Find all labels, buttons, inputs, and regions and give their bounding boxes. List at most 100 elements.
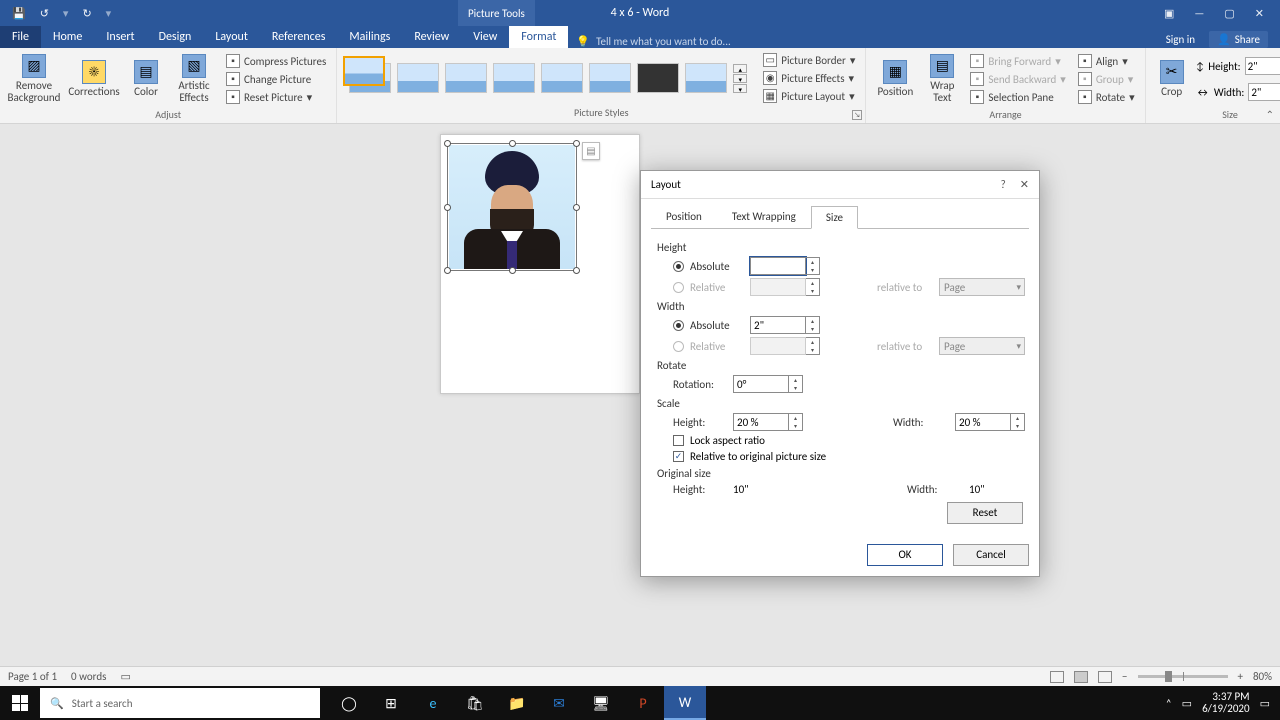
tab-design[interactable]: Design [147,26,204,48]
dialog-tab-size[interactable]: Size [811,206,858,229]
compress-pictures-button[interactable]: ▪Compress Pictures [222,53,330,69]
corrections-button[interactable]: ☀Corrections [66,50,122,108]
scale-width-input[interactable] [955,413,1011,431]
position-button[interactable]: ▦Position [872,50,918,108]
desktop-icon[interactable]: 🖥 [580,686,622,720]
tab-layout[interactable]: Layout [203,26,260,48]
style-thumb[interactable] [493,63,535,93]
save-icon[interactable]: 💾 [12,7,26,20]
zoom-slider[interactable] [1138,675,1228,678]
height-relative-radio[interactable] [673,282,684,293]
resize-handle[interactable] [509,267,516,274]
align-button[interactable]: ▪Align ▾ [1074,53,1139,69]
rotation-spinner[interactable]: ▴▾ [789,375,803,393]
proofing-icon[interactable]: ▭ [120,670,130,683]
picture-layout-button[interactable]: ▦Picture Layout ▾ [759,88,859,104]
layout-options-icon[interactable]: ▤ [582,142,600,160]
tab-mailings[interactable]: Mailings [337,26,402,48]
page-indicator[interactable]: Page 1 of 1 [8,670,57,683]
selection-pane-button[interactable]: ▪Selection Pane [966,89,1069,105]
share-button[interactable]: 👤Share [1209,31,1268,48]
undo-icon[interactable]: ↺ [40,7,49,20]
picture-effects-button[interactable]: ◉Picture Effects ▾ [759,70,859,86]
color-button[interactable]: ▤Color [126,50,166,108]
change-picture-button[interactable]: ▪Change Picture [222,71,330,87]
tab-home[interactable]: Home [41,26,94,48]
explorer-icon[interactable]: 📁 [496,686,538,720]
rotation-input[interactable] [733,375,789,393]
wrap-text-button[interactable]: ▤Wrap Text [922,50,962,108]
width-abs-spinner[interactable]: ▴▾ [806,316,820,334]
store-icon[interactable]: 🛍 [454,686,496,720]
task-view-icon[interactable]: ⊞ [370,686,412,720]
dialog-tab-position[interactable]: Position [651,205,717,228]
gallery-more-icon[interactable]: ▾ [733,84,747,93]
taskbar-search[interactable]: 🔍 Start a search [40,688,320,718]
notifications-icon[interactable]: ▭ [1260,697,1270,710]
undo-more-icon[interactable]: ▾ [63,7,69,20]
close-icon[interactable]: ✕ [1255,7,1264,20]
ok-button[interactable]: OK [867,544,943,566]
clock[interactable]: 3:37 PM 6/19/2020 [1202,691,1250,715]
picture-border-button[interactable]: ▭Picture Border ▾ [759,52,859,68]
zoom-in-icon[interactable]: + [1238,670,1243,683]
resize-handle[interactable] [444,140,451,147]
redo-icon[interactable]: ↻ [82,7,91,20]
style-thumb[interactable] [589,63,631,93]
width-absolute-radio[interactable] [673,320,684,331]
tab-format[interactable]: Format [509,26,568,48]
scale-width-spinner[interactable]: ▴▾ [1011,413,1025,431]
selected-picture[interactable]: ▤ [447,143,577,271]
dialog-help-icon[interactable]: ? [1001,178,1006,191]
lock-aspect-checkbox[interactable] [673,435,684,446]
zoom-level[interactable]: 80% [1253,670,1272,683]
tab-review[interactable]: Review [402,26,461,48]
gallery-up-icon[interactable]: ▴ [733,64,747,73]
sign-in-link[interactable]: Sign in [1166,33,1195,46]
height-input[interactable] [1245,57,1280,75]
powerpoint-icon[interactable]: P [622,686,664,720]
width-relative-radio[interactable] [673,341,684,352]
tab-references[interactable]: References [260,26,338,48]
rotate-button[interactable]: ▪Rotate ▾ [1074,89,1139,105]
collapse-ribbon-icon[interactable]: ⌃ [1266,108,1274,121]
qat-customize-icon[interactable]: ▾ [106,7,112,20]
print-layout-icon[interactable] [1074,671,1088,683]
resize-handle[interactable] [573,267,580,274]
page[interactable]: ▤ [440,134,640,394]
resize-handle[interactable] [444,204,451,211]
picture-styles-gallery[interactable]: ▴ ▾ ▾ [349,63,747,93]
zoom-thumb[interactable] [1165,671,1172,682]
maximize-icon[interactable]: ▢ [1224,7,1234,20]
reset-picture-button[interactable]: ▪Reset Picture ▾ [222,89,330,105]
relative-original-checkbox[interactable]: ✓ [673,451,684,462]
zoom-out-icon[interactable]: − [1122,670,1127,683]
style-thumb[interactable] [445,63,487,93]
word-icon[interactable]: W [664,686,706,720]
web-layout-icon[interactable] [1098,671,1112,683]
style-thumb[interactable] [637,63,679,93]
minimize-icon[interactable]: — [1194,7,1204,20]
ribbon-options-icon[interactable]: ▣ [1164,7,1174,20]
edge-icon[interactable]: e [412,686,454,720]
remove-background-button[interactable]: ▨Remove Background [6,50,62,108]
artistic-effects-button[interactable]: ▧Artistic Effects [170,50,218,108]
reset-button[interactable]: Reset [947,502,1023,524]
bring-forward-button[interactable]: ▪Bring Forward ▾ [966,53,1069,69]
style-thumb[interactable] [685,63,727,93]
tab-file[interactable]: File [0,26,41,48]
width-absolute-input[interactable] [750,316,806,334]
start-button[interactable] [0,686,40,720]
send-backward-button[interactable]: ▪Send Backward ▾ [966,71,1069,87]
resize-handle[interactable] [573,140,580,147]
height-absolute-radio[interactable] [673,261,684,272]
tray-chevron-icon[interactable]: ˄ [1166,697,1172,710]
cancel-button[interactable]: Cancel [953,544,1029,566]
resize-handle[interactable] [509,140,516,147]
tab-view[interactable]: View [461,26,509,48]
dialog-tab-wrapping[interactable]: Text Wrapping [717,205,811,228]
dialog-titlebar[interactable]: Layout ? ✕ [641,171,1039,199]
height-absolute-input[interactable] [750,257,806,275]
crop-button[interactable]: ✂Crop [1152,50,1192,108]
dialog-close-icon[interactable]: ✕ [1020,178,1029,191]
